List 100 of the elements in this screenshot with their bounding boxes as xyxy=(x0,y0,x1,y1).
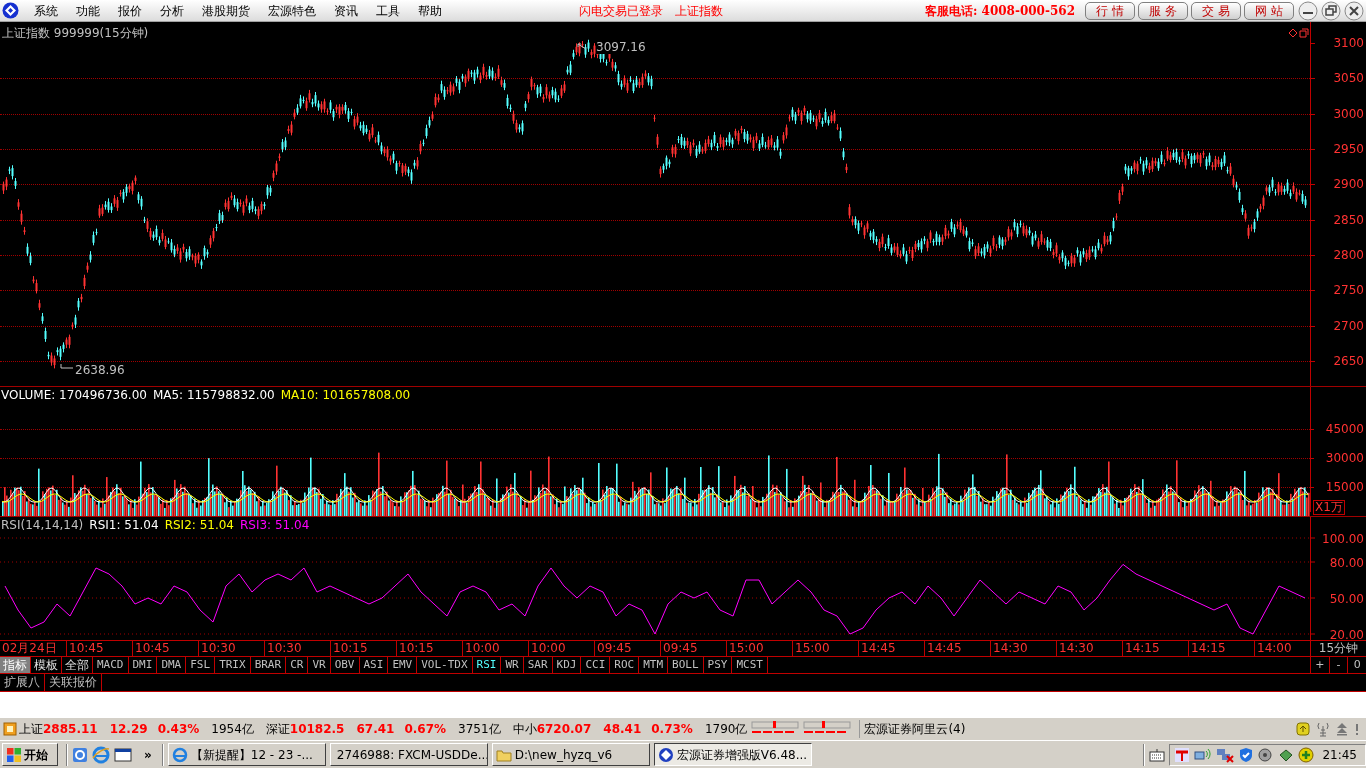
indicator-tab[interactable]: ROC xyxy=(610,657,640,673)
unit-label: X1万 xyxy=(1313,500,1345,515)
hotline-text: 客服电话: 4008-000-562 xyxy=(924,2,1075,20)
time-label: 02月24日 xyxy=(1,641,58,656)
rsi-axis-label: 80.00 xyxy=(1329,555,1364,570)
menu-item[interactable]: 帮助 xyxy=(409,1,451,20)
price-axis-label: 2900 xyxy=(1333,177,1364,192)
price-axis-label: 3100 xyxy=(1333,36,1364,50)
diamond-icon[interactable] xyxy=(1288,28,1298,38)
nav-button[interactable]: 交 易 xyxy=(1191,1,1241,20)
taskbar-button[interactable]: D:\new_hyzq_v6 xyxy=(491,743,650,766)
antenna-icon[interactable] xyxy=(1316,721,1330,737)
desktop-icon[interactable] xyxy=(114,746,132,763)
menu-item[interactable]: 报价 xyxy=(109,1,151,20)
time-label: 14:00 xyxy=(1254,641,1320,656)
indicator-tab[interactable]: VR xyxy=(308,657,331,673)
minimize-button[interactable] xyxy=(1298,0,1318,21)
indicator-tab[interactable]: TRIX xyxy=(215,657,251,673)
indicator-tab[interactable]: CR xyxy=(286,657,309,673)
nav-button[interactable]: 服 务 xyxy=(1138,1,1188,20)
indicator-tab[interactable]: DMA xyxy=(157,657,187,673)
plus-circle-icon[interactable] xyxy=(1298,746,1315,763)
indicator-tab[interactable]: RSI xyxy=(472,657,502,673)
high-price-label: 3097.16 xyxy=(596,40,646,54)
indicator-tab[interactable]: FSL xyxy=(186,657,216,673)
zoom-button[interactable]: + xyxy=(1311,657,1330,673)
indicator-tab[interactable]: ASI xyxy=(359,657,389,673)
status-icon xyxy=(3,722,17,736)
bottom-tab[interactable]: 关联报价 xyxy=(45,674,102,691)
time-label: 09:45 xyxy=(660,641,726,656)
browser-shortcut-icon[interactable] xyxy=(72,746,88,763)
bottom-tab[interactable]: 扩展八 xyxy=(0,674,45,691)
price-axis-label: 3000 xyxy=(1333,106,1364,121)
nav-button[interactable]: 网 站 xyxy=(1244,1,1294,20)
close-button[interactable] xyxy=(1344,0,1364,21)
indicator-tab[interactable]: MTM xyxy=(639,657,669,673)
time-label: 14:45 xyxy=(924,641,990,656)
windows-logo-icon xyxy=(6,746,22,763)
server-label: 宏源证券阿里云(4) xyxy=(859,720,966,738)
indicator-tab[interactable]: PSY xyxy=(703,657,733,673)
index-change: 12.29 xyxy=(109,721,148,738)
restore-button[interactable] xyxy=(1321,0,1341,21)
time-label: 10:45 xyxy=(132,641,198,656)
index-change: 48.41 xyxy=(603,721,642,738)
restore-icon[interactable] xyxy=(1299,28,1309,38)
volume-axis-label: 30000 xyxy=(1325,451,1364,465)
double-arrow-up-icon[interactable] xyxy=(1336,722,1348,736)
menu-item[interactable]: 港股期货 xyxy=(193,1,259,20)
network-disconnected-icon[interactable] xyxy=(1216,746,1235,763)
time-label: 10:15 xyxy=(396,641,462,656)
time-label: 15:00 xyxy=(792,641,858,656)
menu-item[interactable]: 功能 xyxy=(67,1,109,20)
panel-button[interactable]: 指标 xyxy=(0,657,31,673)
index-turnover: 1790亿 xyxy=(704,721,748,738)
zoom-button[interactable]: 0 xyxy=(1348,657,1366,673)
indicator-tab[interactable]: VOL-TDX xyxy=(417,657,473,673)
indicator-tab[interactable]: MCST xyxy=(732,657,768,673)
price-axis-label: 2800 xyxy=(1333,247,1364,262)
indicator-tab[interactable]: BRAR xyxy=(250,657,287,673)
keyboard-icon[interactable] xyxy=(1149,747,1166,762)
indicator-tab[interactable]: OBV xyxy=(330,657,360,673)
time-label: 10:00 xyxy=(462,641,528,656)
indicator-tab[interactable]: BOLL xyxy=(668,657,704,673)
indicator-tab[interactable]: SAR xyxy=(523,657,553,673)
menu-item[interactable]: 工具 xyxy=(367,1,409,20)
zoom-button[interactable]: - xyxy=(1329,657,1349,673)
indicator-tab[interactable]: KDJ xyxy=(552,657,582,673)
more-chevron[interactable]: » xyxy=(144,745,152,764)
rsi-axis-label: 50.00 xyxy=(1329,591,1364,606)
notice-icon[interactable] xyxy=(1296,722,1310,736)
start-button[interactable]: 开始 xyxy=(2,743,58,766)
time-label: 10:30 xyxy=(198,641,264,656)
indicator-tab[interactable]: WR xyxy=(501,657,524,673)
menu-item[interactable]: 资讯 xyxy=(325,1,367,20)
low-price-label: 2638.96 xyxy=(75,363,125,377)
menu-item[interactable]: 分析 xyxy=(151,1,193,20)
menu-item[interactable]: 系统 xyxy=(25,1,67,20)
time-label: 14:15 xyxy=(1188,641,1254,656)
taskbar-button[interactable]: 【新提醒】12 - 23 -... xyxy=(167,743,326,766)
index-change: 67.41 xyxy=(356,721,395,738)
time-label: 10:00 xyxy=(528,641,594,656)
time-label: 14:45 xyxy=(858,641,924,656)
indicator-tab[interactable]: EMV xyxy=(388,657,418,673)
menu-item[interactable]: 宏源特色 xyxy=(259,1,325,20)
indicator-tab[interactable]: MACD xyxy=(93,657,129,673)
indicator-tab[interactable]: DMI xyxy=(128,657,158,673)
panel-button[interactable]: 模板 xyxy=(31,657,62,673)
legend-item: RSI(14,14,14) xyxy=(1,518,84,532)
nav-button[interactable]: 行 情 xyxy=(1085,1,1135,20)
index-percent: 0.67% xyxy=(404,721,447,738)
shield-icon[interactable] xyxy=(1238,746,1255,763)
panel-button[interactable]: 全部 xyxy=(62,657,93,673)
leader-line xyxy=(60,363,74,369)
network-icon[interactable] xyxy=(1194,746,1213,763)
flag-icon[interactable] xyxy=(1174,746,1191,763)
index-value: 10182.5 xyxy=(289,721,345,738)
indicator-tab[interactable]: CCI xyxy=(581,657,611,673)
time-label: 15:00 xyxy=(726,641,792,656)
rsi-axis-label: 20.00 xyxy=(1329,627,1364,640)
taskbar-button[interactable]: 宏源证券增强版V6.48... xyxy=(653,743,812,766)
